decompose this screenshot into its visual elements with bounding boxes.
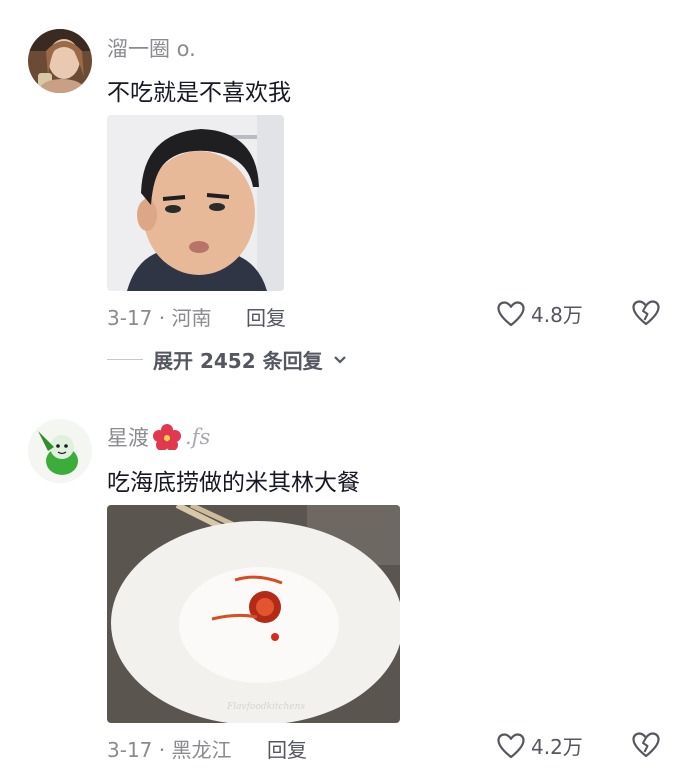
avatar[interactable]: [28, 419, 92, 483]
svg-text:Flavfoodkitchens: Flavfoodkitchens: [226, 702, 305, 712]
broken-heart-icon: [632, 732, 660, 758]
comment-image[interactable]: Flavfoodkitchens: [107, 505, 400, 723]
username[interactable]: 星渡 .fs: [107, 422, 210, 452]
username[interactable]: 溜一圈 o.: [107, 33, 196, 63]
chevron-down-icon: [333, 355, 347, 365]
comment-date-location: 3-17 · 黑龙江: [107, 738, 232, 762]
reply-button[interactable]: 回复: [267, 734, 307, 763]
username-text: 星渡: [107, 426, 149, 450]
avatar[interactable]: [28, 29, 92, 93]
heart-icon: [497, 732, 525, 759]
username-suffix: .fs: [185, 425, 211, 449]
expand-replies-button[interactable]: 展开 2452 条回复: [107, 345, 347, 374]
dislike-button[interactable]: [632, 300, 660, 326]
broken-heart-icon: [632, 300, 660, 326]
comment-text: 不吃就是不喜欢我: [107, 80, 291, 106]
comment-text: 吃海底捞做的米其林大餐: [107, 470, 360, 496]
comment-image[interactable]: [107, 115, 284, 291]
like-count: 4.2万: [531, 735, 583, 759]
flower-icon: [153, 424, 181, 450]
dislike-button[interactable]: [632, 732, 660, 758]
like-button[interactable]: 4.2万: [497, 731, 583, 760]
reply-button[interactable]: 回复: [246, 302, 286, 331]
divider: [107, 359, 143, 360]
like-button[interactable]: 4.8万: [497, 299, 583, 328]
comment-item: 溜一圈 o. 不吃就是不喜欢我 3-17 · 河南 回复 4.8万 展开 245…: [0, 0, 690, 400]
like-count: 4.8万: [531, 303, 583, 327]
comment-date-location: 3-17 · 河南: [107, 306, 212, 330]
expand-replies-label: 展开 2452 条回复: [153, 349, 323, 373]
heart-icon: [497, 300, 525, 327]
